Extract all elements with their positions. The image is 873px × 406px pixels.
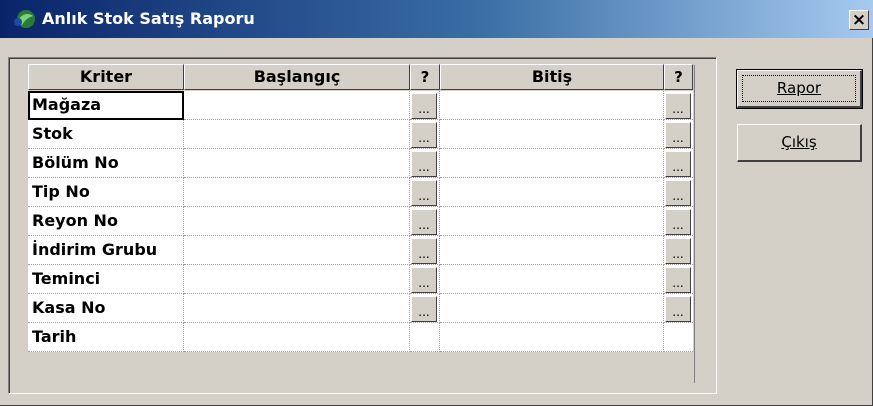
- header-lookup-start[interactable]: ?: [410, 64, 440, 90]
- report-button-label: Rapor: [776, 79, 822, 97]
- lookup-end-cell: ...: [664, 265, 693, 294]
- end-value-cell[interactable]: [440, 323, 664, 352]
- lookup-end-cell: ...: [664, 294, 693, 323]
- lookup-end-button[interactable]: ...: [665, 267, 691, 293]
- start-value-cell[interactable]: [184, 120, 410, 149]
- lookup-start-button[interactable]: ...: [411, 296, 437, 322]
- criteria-label[interactable]: Reyon No: [28, 207, 184, 236]
- header-start[interactable]: Başlangıç: [184, 64, 410, 90]
- header-lookup-end[interactable]: ?: [664, 64, 693, 90]
- start-value-cell[interactable]: [184, 91, 410, 120]
- table-row: Mağaza......: [28, 91, 693, 120]
- end-value-cell[interactable]: [440, 149, 664, 178]
- title-bar[interactable]: Anlık Stok Satış Raporu ×: [0, 0, 873, 38]
- lookup-start-cell: ...: [410, 265, 440, 294]
- criteria-label[interactable]: Stok: [28, 120, 184, 149]
- lookup-end-button[interactable]: ...: [665, 151, 691, 177]
- scrollbar-track[interactable]: [694, 65, 710, 383]
- criteria-label[interactable]: İndirim Grubu: [28, 236, 184, 265]
- start-value-cell[interactable]: [184, 236, 410, 265]
- criteria-label[interactable]: Tip No: [28, 178, 184, 207]
- criteria-label[interactable]: Tarih: [28, 323, 184, 352]
- window-title: Anlık Stok Satış Raporu: [42, 9, 255, 28]
- lookup-start-button[interactable]: ...: [411, 151, 437, 177]
- lookup-start-cell: ...: [410, 91, 440, 120]
- start-value-cell[interactable]: [184, 323, 410, 352]
- lookup-start-button[interactable]: ...: [411, 180, 437, 206]
- lookup-end-cell: [664, 323, 693, 352]
- criteria-label[interactable]: Bölüm No: [28, 149, 184, 178]
- table-row: Tarih: [28, 323, 693, 352]
- table-row: Reyon No......: [28, 207, 693, 236]
- lookup-end-cell: ...: [664, 178, 693, 207]
- exit-button-label: Çıkış: [781, 133, 817, 151]
- lookup-end-cell: ...: [664, 207, 693, 236]
- exit-button[interactable]: Çıkış: [737, 124, 862, 162]
- table-row: Kasa No......: [28, 294, 693, 323]
- end-value-cell[interactable]: [440, 265, 664, 294]
- criteria-label[interactable]: Teminci: [28, 265, 184, 294]
- header-end[interactable]: Bitiş: [440, 64, 664, 90]
- lookup-start-button[interactable]: ...: [411, 209, 437, 235]
- vertical-scrollbar[interactable]: [693, 64, 711, 384]
- lookup-start-cell: ...: [410, 120, 440, 149]
- table-row: Bölüm No......: [28, 149, 693, 178]
- lookup-end-button[interactable]: ...: [665, 296, 691, 322]
- lookup-start-cell: ...: [410, 178, 440, 207]
- start-value-cell[interactable]: [184, 207, 410, 236]
- criteria-grid-frame: Kriter Başlangıç ? Bitiş ? Mağaza...... S…: [8, 57, 717, 394]
- lookup-end-cell: ...: [664, 236, 693, 265]
- lookup-end-button[interactable]: ...: [665, 122, 691, 148]
- end-value-cell[interactable]: [440, 178, 664, 207]
- start-value-cell[interactable]: [184, 149, 410, 178]
- report-button[interactable]: Rapor: [736, 69, 863, 109]
- start-value-cell[interactable]: [184, 265, 410, 294]
- end-value-cell[interactable]: [440, 294, 664, 323]
- end-value-cell[interactable]: [440, 207, 664, 236]
- criteria-label[interactable]: Mağaza: [28, 91, 184, 120]
- lookup-start-button[interactable]: ...: [411, 122, 437, 148]
- close-icon: ×: [851, 10, 867, 30]
- lookup-start-button[interactable]: ...: [411, 267, 437, 293]
- lookup-start-cell: ...: [410, 236, 440, 265]
- lookup-end-cell: ...: [664, 120, 693, 149]
- lookup-start-cell: [410, 323, 440, 352]
- start-value-cell[interactable]: [184, 294, 410, 323]
- lookup-end-cell: ...: [664, 149, 693, 178]
- end-value-cell[interactable]: [440, 236, 664, 265]
- criteria-grid: Kriter Başlangıç ? Bitiş ? Mağaza...... S…: [9, 58, 716, 393]
- table-row: Tip No......: [28, 178, 693, 207]
- lookup-end-button[interactable]: ...: [665, 93, 691, 119]
- table-row: Teminci......: [28, 265, 693, 294]
- lookup-start-button[interactable]: ...: [411, 238, 437, 264]
- lookup-start-cell: ...: [410, 207, 440, 236]
- lookup-end-button[interactable]: ...: [665, 238, 691, 264]
- header-criteria[interactable]: Kriter: [28, 64, 184, 90]
- lookup-end-button[interactable]: ...: [665, 180, 691, 206]
- start-value-cell[interactable]: [184, 178, 410, 207]
- table-row: Stok......: [28, 120, 693, 149]
- close-button[interactable]: ×: [849, 10, 869, 30]
- criteria-label[interactable]: Kasa No: [28, 294, 184, 323]
- end-value-cell[interactable]: [440, 120, 664, 149]
- lookup-start-button[interactable]: ...: [411, 93, 437, 119]
- app-icon: [14, 10, 35, 28]
- lookup-end-cell: ...: [664, 91, 693, 120]
- report-window: Anlık Stok Satış Raporu × Kriter Başlang…: [0, 0, 873, 406]
- lookup-start-cell: ...: [410, 149, 440, 178]
- end-value-cell[interactable]: [440, 91, 664, 120]
- lookup-start-cell: ...: [410, 294, 440, 323]
- lookup-end-button[interactable]: ...: [665, 209, 691, 235]
- table-row: İndirim Grubu......: [28, 236, 693, 265]
